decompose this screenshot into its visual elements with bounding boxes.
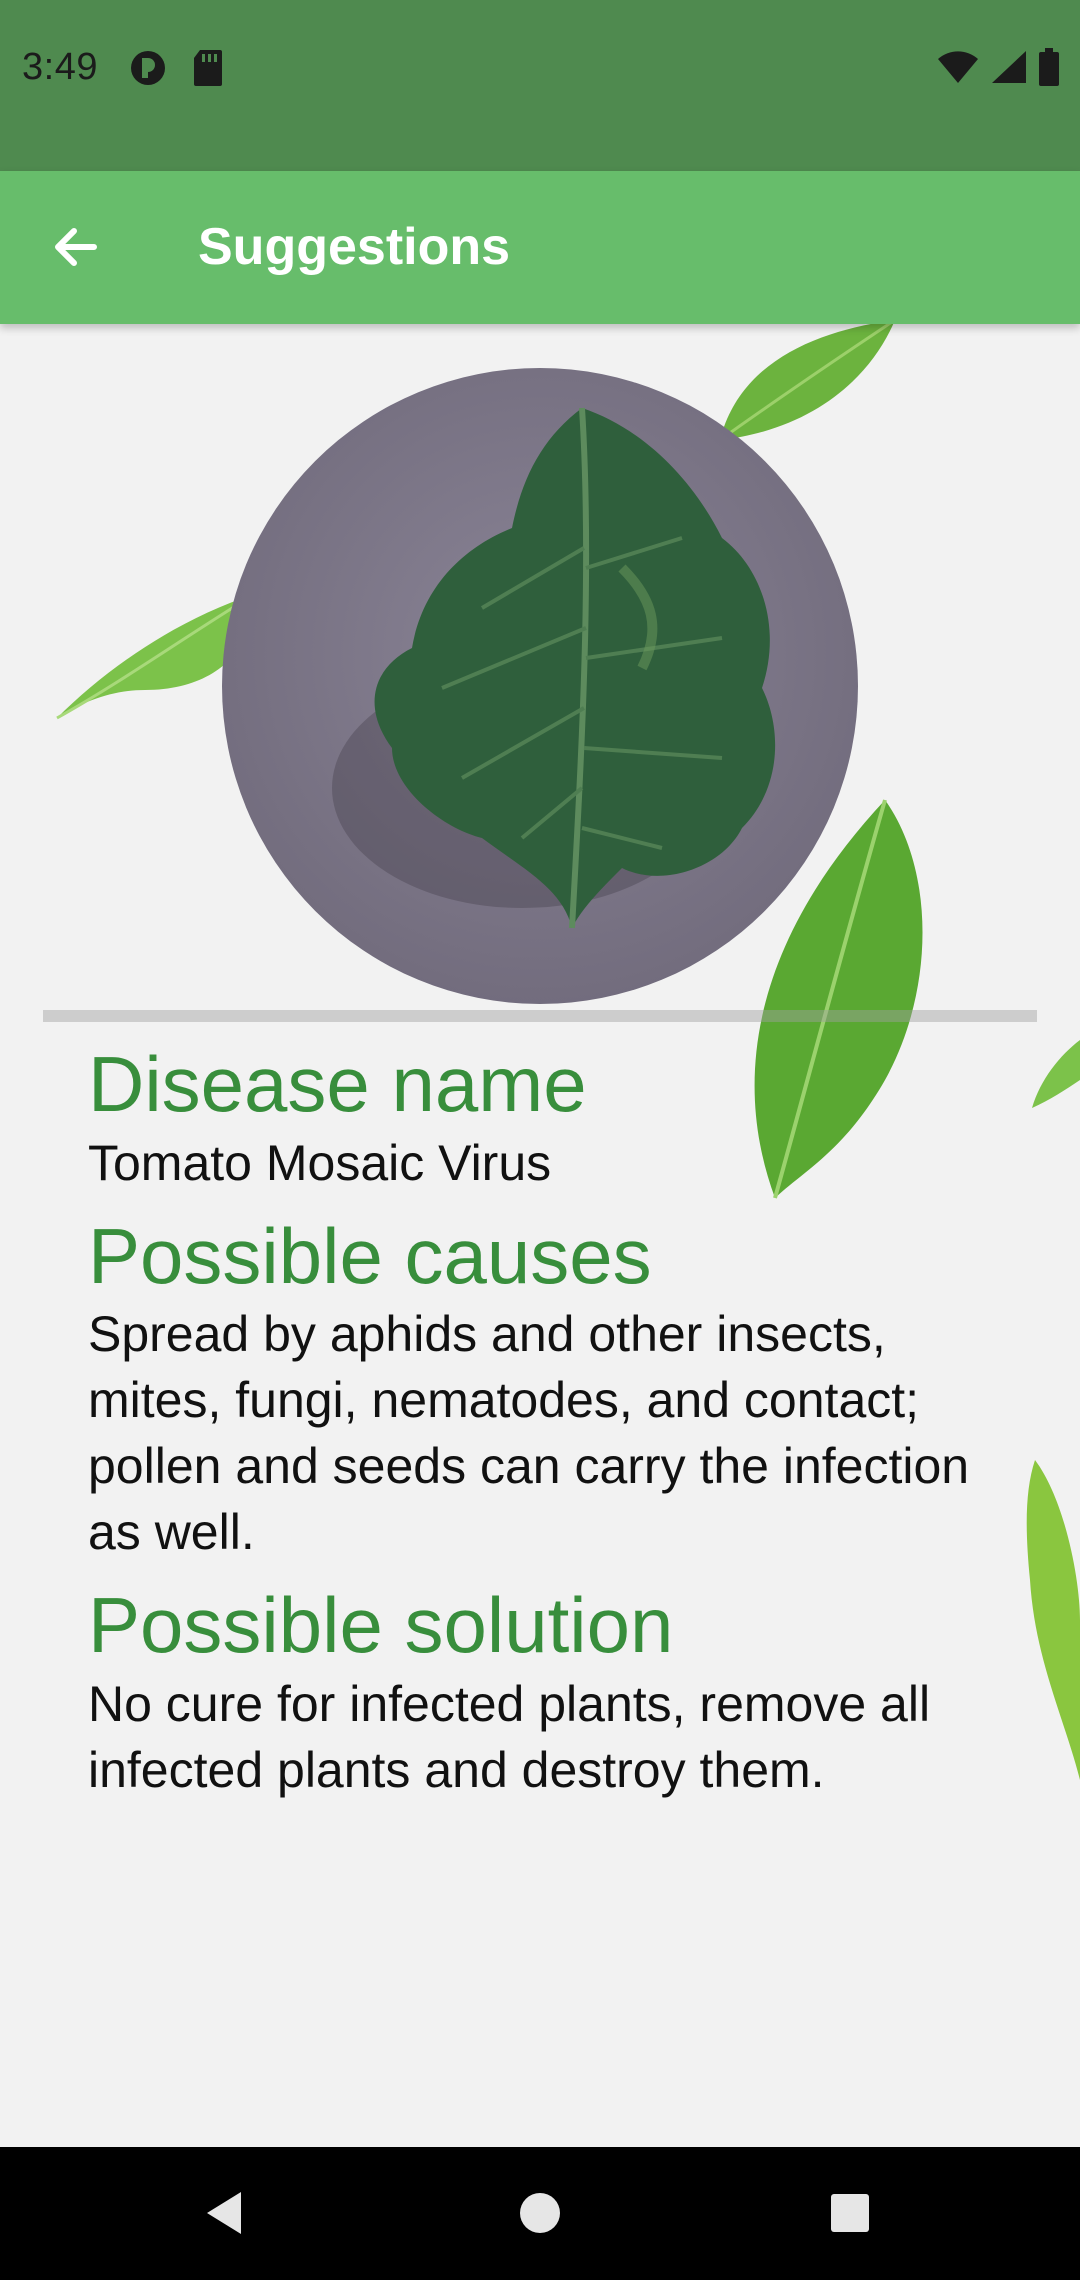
wifi-icon <box>936 49 980 90</box>
disease-name-value: Tomato Mosaic Virus <box>88 1134 552 1191</box>
possible-solution-text: No cure for infected plants, remove all … <box>88 1676 931 1799</box>
divider <box>43 1010 1037 1022</box>
recents-square-icon <box>831 2194 869 2232</box>
nav-home-button[interactable] <box>504 2177 576 2249</box>
possible-solution-heading: Possible solution <box>88 1581 674 1670</box>
arrow-left-icon <box>55 228 97 266</box>
suggestion-details: Disease name Tomato Mosaic Virus Possibl… <box>88 1040 1008 1819</box>
nav-back-button[interactable] <box>190 2177 262 2249</box>
status-time: 3:49 <box>22 46 98 88</box>
status-bar: 3:49 <box>0 0 1080 171</box>
disease-name-heading: Disease name <box>88 1040 587 1128</box>
data-saver-icon <box>128 48 168 93</box>
leaf-decoration-right-edge <box>1032 1040 1080 1108</box>
home-circle-icon <box>520 2193 560 2233</box>
signal-icon <box>990 49 1028 90</box>
leaf-decoration-bottom-right <box>1026 1460 1080 1780</box>
possible-causes-text: Spread by aphids and other insects, mite… <box>88 1306 970 1561</box>
battery-icon <box>1038 48 1060 91</box>
suggestions-screen: 3:49 Suggestions Disease name Tomato Mos… <box>0 0 1080 2280</box>
back-triangle-icon <box>207 2192 241 2234</box>
back-button[interactable] <box>40 211 112 283</box>
page-title: Suggestions <box>198 218 511 276</box>
nav-recents-button[interactable] <box>814 2177 886 2249</box>
leaf-photo <box>222 368 858 1004</box>
app-bar: Suggestions <box>0 171 1080 324</box>
system-nav-bar <box>0 2147 1080 2280</box>
possible-causes-heading: Possible causes <box>88 1211 652 1300</box>
sd-card-icon <box>192 48 224 93</box>
